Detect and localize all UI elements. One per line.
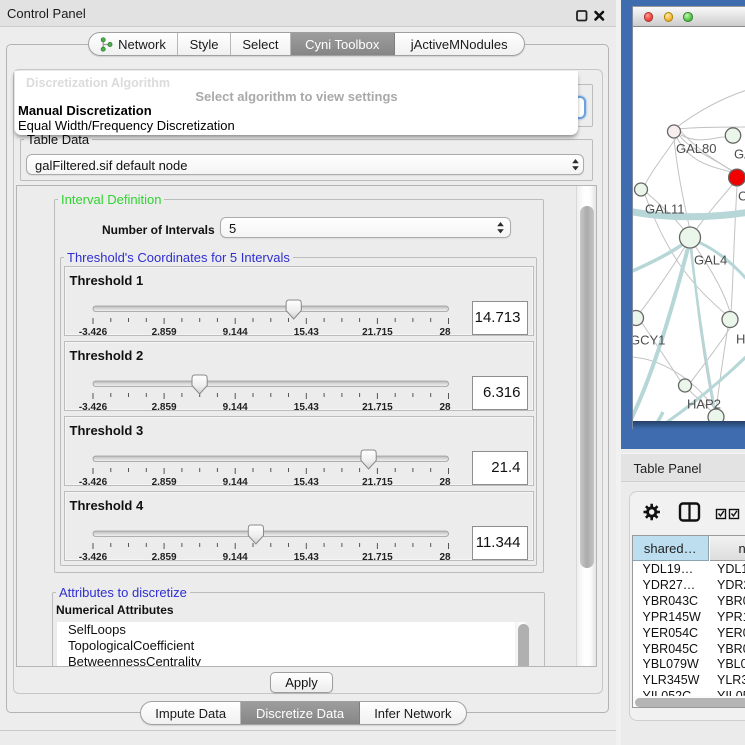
svg-text:15.43: 15.43 [294, 402, 319, 413]
svg-text:CY: CY [738, 188, 745, 203]
svg-text:28: 28 [439, 327, 451, 338]
svg-text:GAL4: GAL4 [694, 252, 727, 267]
svg-text:2.859: 2.859 [152, 402, 177, 413]
svg-text:9.144: 9.144 [223, 552, 248, 563]
svg-text:9.144: 9.144 [223, 327, 248, 338]
svg-text:2.859: 2.859 [152, 477, 177, 488]
svg-text:GAL11: GAL11 [645, 201, 685, 216]
svg-text:28: 28 [439, 552, 451, 563]
svg-text:2.859: 2.859 [152, 327, 177, 338]
svg-text:-3.426: -3.426 [79, 477, 108, 488]
svg-text:21.715: 21.715 [362, 402, 393, 413]
svg-text:9.144: 9.144 [223, 402, 248, 413]
svg-text:GAL80: GAL80 [676, 141, 716, 156]
svg-text:2.859: 2.859 [152, 552, 177, 563]
svg-text:15.43: 15.43 [294, 552, 319, 563]
svg-text:21.715: 21.715 [362, 477, 393, 488]
svg-text:-3.426: -3.426 [79, 552, 108, 563]
svg-text:28: 28 [439, 477, 451, 488]
svg-text:28: 28 [439, 402, 451, 413]
svg-text:-3.426: -3.426 [79, 327, 108, 338]
svg-text:21.715: 21.715 [362, 327, 393, 338]
svg-text:GA: GA [734, 146, 745, 161]
svg-text:HAP2: HAP2 [687, 396, 721, 411]
svg-text:GCY1: GCY1 [633, 332, 665, 347]
svg-text:HI: HI [736, 331, 745, 346]
svg-text:15.43: 15.43 [294, 327, 319, 338]
svg-text:15.43: 15.43 [294, 477, 319, 488]
svg-text:9.144: 9.144 [223, 477, 248, 488]
svg-text:-3.426: -3.426 [79, 402, 108, 413]
svg-text:21.715: 21.715 [362, 552, 393, 563]
